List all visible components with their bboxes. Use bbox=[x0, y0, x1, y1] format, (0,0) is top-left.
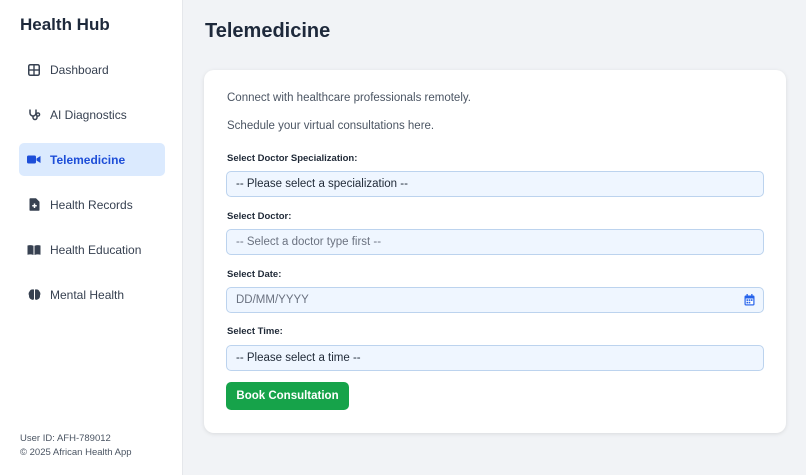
stethoscope-icon bbox=[27, 108, 41, 122]
sidebar-item-label: Health Education bbox=[50, 242, 142, 257]
sidebar-item-dashboard[interactable]: Dashboard bbox=[19, 53, 165, 86]
copyright: © 2025 African Health App bbox=[20, 447, 132, 458]
sidebar-nav: Dashboard AI Diagnostics Telemedicine He… bbox=[19, 53, 165, 323]
sidebar-item-label: Telemedicine bbox=[50, 152, 126, 167]
page-title: Telemedicine bbox=[205, 20, 331, 42]
dashboard-grid-icon bbox=[27, 63, 41, 77]
sidebar: Health Hub Dashboard AI Diagnostics Tele… bbox=[0, 0, 183, 475]
book-consultation-button[interactable]: Book Consultation bbox=[226, 382, 349, 410]
specialization-select[interactable]: -- Please select a specialization -- bbox=[226, 171, 764, 197]
app-brand: Health Hub bbox=[20, 15, 110, 34]
user-id: User ID: AFH-789012 bbox=[20, 433, 111, 444]
sidebar-item-label: Mental Health bbox=[50, 287, 125, 302]
doctor-label: Select Doctor: bbox=[227, 211, 292, 222]
main-content: Telemedicine Connect with healthcare pro… bbox=[183, 0, 806, 475]
date-placeholder: DD/MM/YYYY bbox=[236, 294, 309, 306]
sidebar-item-label: AI Diagnostics bbox=[50, 107, 127, 122]
video-camera-icon bbox=[27, 153, 41, 167]
sidebar-item-ai-diagnostics[interactable]: AI Diagnostics bbox=[19, 98, 165, 131]
sidebar-item-health-education[interactable]: Health Education bbox=[19, 233, 165, 266]
sidebar-footer: User ID: AFH-789012 © 2025 African Healt… bbox=[20, 432, 132, 460]
calendar-icon[interactable] bbox=[744, 294, 755, 309]
medical-file-icon bbox=[27, 198, 41, 212]
consultation-card: Connect with healthcare professionals re… bbox=[204, 70, 786, 433]
sidebar-item-mental-health[interactable]: Mental Health bbox=[19, 278, 165, 311]
book-open-icon bbox=[27, 243, 41, 257]
sidebar-item-label: Dashboard bbox=[50, 62, 109, 77]
date-label: Select Date: bbox=[227, 269, 282, 280]
doctor-select[interactable]: -- Select a doctor type first -- bbox=[226, 229, 764, 255]
specialization-label: Select Doctor Specialization: bbox=[227, 153, 358, 164]
time-select[interactable]: -- Please select a time -- bbox=[226, 345, 764, 371]
sidebar-item-health-records[interactable]: Health Records bbox=[19, 188, 165, 221]
date-input[interactable]: DD/MM/YYYY bbox=[226, 287, 764, 313]
intro-subtext: Schedule your virtual consultations here… bbox=[227, 120, 435, 132]
time-label: Select Time: bbox=[227, 326, 283, 337]
sidebar-item-telemedicine[interactable]: Telemedicine bbox=[19, 143, 165, 176]
intro-text: Connect with healthcare professionals re… bbox=[227, 92, 471, 104]
sidebar-item-label: Health Records bbox=[50, 197, 133, 212]
brain-icon bbox=[27, 288, 41, 302]
